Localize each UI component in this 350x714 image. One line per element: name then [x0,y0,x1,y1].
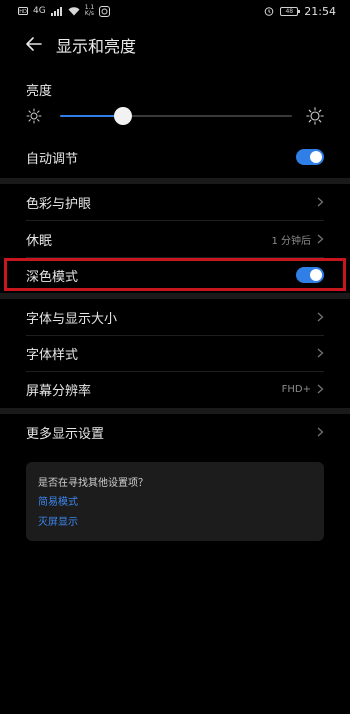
hd-icon: HD [18,7,28,15]
font-size-label: 字体与显示大小 [26,311,118,327]
toggle-knob [310,151,322,163]
sleep-row[interactable]: 休眠 1 分钟后 [26,221,324,257]
toggle-knob [310,269,322,281]
font-style-right [317,348,324,358]
back-button[interactable] [22,32,46,56]
auto-adjust-row[interactable]: 自动调节 [26,139,324,175]
sleep-label: 休眠 [26,233,53,249]
dark-mode-row[interactable]: 深色模式 [26,257,324,293]
auto-adjust-toggle[interactable] [296,149,324,165]
color-eye-row[interactable]: 色彩与护眼 [26,184,324,220]
chevron-right-icon [317,348,324,358]
tips-card: 是否在寻找其他设置项？ 简易模式 灭屏显示 [26,462,324,541]
color-eye-label: 色彩与护眼 [26,196,92,212]
brightness-slider-thumb[interactable] [113,107,132,125]
network-type: 4G [33,6,46,16]
font-style-row[interactable]: 字体样式 [26,335,324,371]
font-size-right [317,312,324,322]
status-left: HD 4G 1.1 K/s [18,5,111,17]
status-time: 21:54 [304,4,336,18]
chevron-right-icon [317,197,324,207]
dark-mode-toggle[interactable] [296,267,324,283]
header: 显示和亮度 [0,28,350,60]
more-display-label: 更多显示设置 [26,426,105,442]
wifi-icon [68,6,80,16]
battery-icon: 48 [280,6,301,16]
page-title: 显示和亮度 [56,37,137,56]
color-eye-right [317,197,324,207]
more-display-right [317,427,324,437]
svg-text:HD: HD [19,9,27,15]
dark-mode-label: 深色模式 [26,269,79,285]
network-speed-unit: K/s [84,10,95,17]
resolution-right: FHD+ [282,384,324,395]
sleep-value: 1 分钟后 [271,235,311,247]
arrow-left-icon [26,37,42,51]
aod-link[interactable]: 灭屏显示 [38,515,312,531]
sun-large-icon [306,107,324,125]
brightness-row [0,104,350,128]
brightness-label: 亮度 [26,84,53,99]
brightness-slider[interactable] [60,107,292,125]
chevron-right-icon [317,312,324,322]
tips-title: 是否在寻找其他设置项？ [38,478,148,489]
status-right: 48 21:54 [264,5,336,18]
signal-icon [50,6,63,16]
sleep-right: 1 分钟后 [271,232,324,247]
resolution-row[interactable]: 屏幕分辨率 FHD+ [26,371,324,407]
auto-adjust-label: 自动调节 [26,151,79,167]
sun-small-icon [26,108,42,124]
chevron-right-icon [317,234,324,244]
resolution-value: FHD+ [281,383,311,395]
resolution-label: 屏幕分辨率 [26,383,92,399]
font-size-row[interactable]: 字体与显示大小 [26,299,324,335]
alarm-icon [264,6,274,16]
chevron-right-icon [317,384,324,394]
simple-mode-link[interactable]: 简易模式 [38,495,312,511]
chevron-right-icon [317,427,324,437]
network-speed: 1.1 K/s [85,5,95,17]
app-notification-icon [99,5,111,17]
more-display-row[interactable]: 更多显示设置 [26,414,324,450]
font-style-label: 字体样式 [26,347,79,363]
status-bar: HD 4G 1.1 K/s 48 21:54 [0,0,350,22]
